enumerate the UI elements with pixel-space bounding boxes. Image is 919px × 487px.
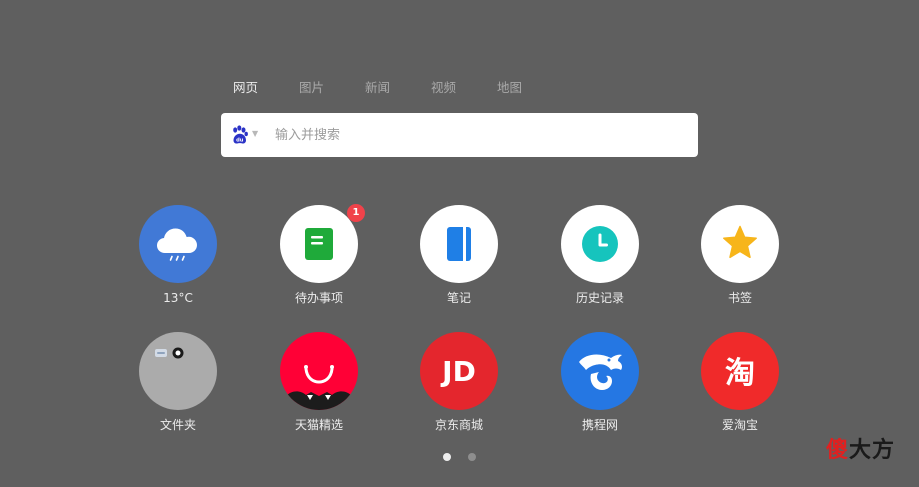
todo-note-icon [305, 228, 333, 260]
caret-down-icon: ▼ [252, 129, 259, 138]
folder-tile-circle [139, 332, 217, 410]
ctrip-tile-circle [561, 332, 639, 410]
taobao-label: 爱淘宝 [721, 418, 758, 432]
weather-cloud-icon [157, 228, 197, 261]
shortcut-notes[interactable]: 笔记 [409, 205, 509, 315]
folder-icon [155, 347, 184, 359]
notes-label: 笔记 [446, 291, 471, 305]
watermark-part-1: 傻 [826, 438, 850, 463]
shortcut-ctrip[interactable]: 携程网 [550, 332, 650, 442]
search-box: du ▼ [221, 113, 698, 157]
shortcut-tmall[interactable]: 天猫精选 [269, 332, 369, 442]
tab-maps[interactable]: 地图 [497, 79, 522, 97]
star-icon [723, 225, 757, 259]
notification-badge: 1 [347, 204, 365, 222]
notes-tile-circle [420, 205, 498, 283]
taobao-icon: 淘 [725, 356, 755, 391]
jd-label: 京东商城 [434, 418, 483, 432]
bookmarks-label: 书签 [727, 291, 752, 305]
tab-webpage[interactable]: 网页 [233, 79, 258, 97]
folder-label: 文件夹 [159, 418, 196, 432]
shortcut-bookmarks[interactable]: 书签 [690, 205, 790, 315]
taobao-logo-text: 淘 [725, 356, 755, 391]
shortcut-todo[interactable]: 1 待办事项 [269, 204, 369, 315]
weather-label: 13°C [163, 291, 193, 305]
ctrip-dolphin-icon [579, 354, 622, 390]
weather-tile-circle [139, 205, 217, 283]
history-label: 历史记录 [575, 291, 624, 305]
page-dot-2[interactable] [468, 453, 476, 461]
shortcut-history[interactable]: 历史记录 [550, 205, 650, 315]
jd-logo-text: JD [440, 355, 476, 388]
taobao-tile-circle: 淘 [701, 332, 779, 410]
history-tile-circle [561, 205, 639, 283]
tab-images[interactable]: 图片 [299, 79, 324, 97]
clock-icon [582, 226, 618, 262]
page-dot-1[interactable] [443, 453, 451, 461]
shortcut-jd[interactable]: JD 京东商城 [409, 332, 509, 442]
ctrip-label: 携程网 [581, 418, 618, 432]
baidu-paw-icon: du [233, 125, 248, 144]
shortcut-folder[interactable]: 文件夹 [128, 332, 228, 442]
watermark-part-2: 大方 [849, 438, 896, 463]
tmall-tile-circle [280, 332, 358, 410]
todo-tile-circle [280, 205, 358, 283]
search-input[interactable] [275, 122, 685, 148]
todo-label: 待办事项 [294, 291, 343, 305]
jd-tile-circle: JD [420, 332, 498, 410]
search-engine-selector[interactable]: du ▼ [231, 125, 265, 145]
tab-news[interactable]: 新闻 [365, 79, 390, 97]
tab-videos[interactable]: 视频 [431, 79, 456, 97]
jd-icon: JD [440, 355, 476, 388]
shortcut-weather[interactable]: 13°C [128, 205, 228, 315]
watermark-logo: 傻大方 [826, 432, 895, 464]
bookmarks-tile-circle [701, 205, 779, 283]
svg-text:du: du [236, 138, 244, 144]
tmall-icon [286, 365, 352, 410]
shortcut-taobao[interactable]: 淘 爱淘宝 [690, 332, 790, 442]
tmall-label: 天猫精选 [294, 418, 343, 432]
notebook-icon [447, 227, 471, 261]
